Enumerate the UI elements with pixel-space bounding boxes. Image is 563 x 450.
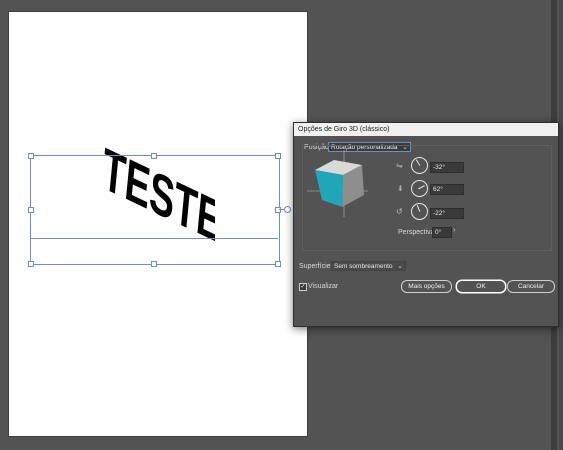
preview-label: Visualizar xyxy=(308,283,339,290)
preview-checkbox[interactable]: ✓ xyxy=(299,283,307,291)
rotation-z-dial[interactable] xyxy=(411,203,428,220)
rotation-cube-preview[interactable] xyxy=(307,150,368,217)
rotation-y-dial[interactable] xyxy=(411,180,428,197)
surface-label: Superfície: xyxy=(299,263,333,270)
3d-rotate-dialog: Opções de Giro 3D (clássico) Posição: Ro… xyxy=(293,122,559,327)
handle-top-right[interactable] xyxy=(275,153,281,159)
selection-bounding-box[interactable] xyxy=(30,155,280,265)
rotation-x-dial[interactable] xyxy=(411,157,428,174)
rotate-z-icon: ↺ xyxy=(396,207,403,216)
surface-select[interactable]: Sem sombreamento ⌄ xyxy=(331,261,406,271)
rotation-handle[interactable] xyxy=(284,206,291,213)
handle-bottom-right[interactable] xyxy=(275,261,281,267)
cancel-button[interactable]: Cancelar xyxy=(507,280,555,293)
handle-middle-right[interactable] xyxy=(275,207,281,213)
handle-middle-left[interactable] xyxy=(28,207,34,213)
rotation-z-input[interactable]: -22° xyxy=(430,208,464,219)
handle-top-left[interactable] xyxy=(28,153,34,159)
dialog-title: Opções de Giro 3D (clássico) xyxy=(298,126,390,133)
handle-bottom-center[interactable] xyxy=(151,261,157,267)
handle-top-center[interactable] xyxy=(151,153,157,159)
dialog-titlebar[interactable]: Opções de Giro 3D (clássico) xyxy=(294,123,558,136)
ok-button[interactable]: OK xyxy=(456,280,506,293)
more-options-button[interactable]: Mais opções xyxy=(401,280,452,293)
perspective-label: Perspectiva: xyxy=(398,229,437,236)
handle-bottom-left[interactable] xyxy=(28,261,34,267)
panel-edge xyxy=(559,0,563,450)
rotate-y-icon: ⇟ xyxy=(397,184,404,193)
rotation-x-input[interactable]: -32° xyxy=(430,162,464,173)
rotation-y-input[interactable]: 62° xyxy=(430,184,464,195)
chevron-right-icon[interactable]: › xyxy=(453,227,455,234)
perspective-input[interactable]: 0° xyxy=(432,227,452,238)
selection-baseline xyxy=(30,238,278,239)
rotate-x-icon: ⇋ xyxy=(396,161,403,170)
surface-select-value: Sem sombreamento xyxy=(334,263,393,270)
chevron-down-icon: ⌄ xyxy=(397,263,403,270)
